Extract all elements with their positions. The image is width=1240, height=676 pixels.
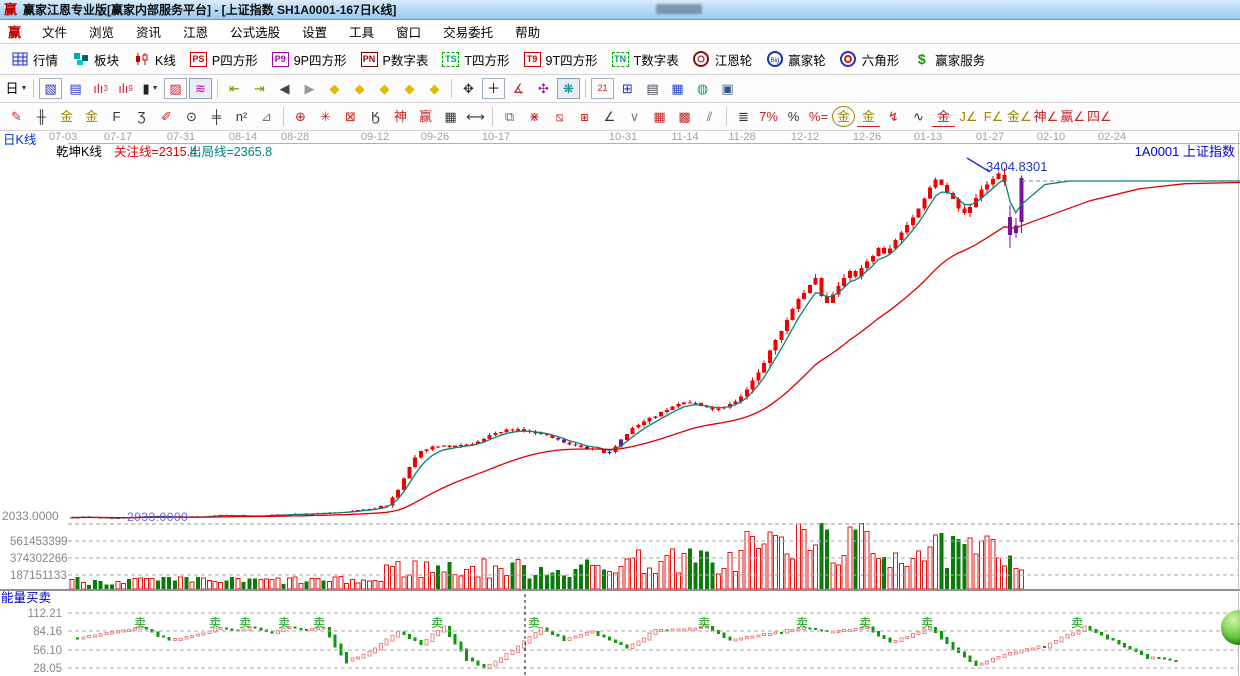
ma-long-line [72,181,1240,519]
date-tick-label: 07-03 [49,131,77,143]
energy-axis-label: 56.10 [33,645,62,657]
app-window: { "window": {"logo": "赢", "title": "赢家江恩… [0,0,1240,676]
volume-baseline [0,589,1240,591]
peak-price-tag: 3404.8301 [986,159,1048,174]
date-tick-label: 10-17 [482,131,510,143]
sell-signal-label: 卖 [859,616,871,630]
date-tick-label: 12-12 [791,131,819,143]
sell-signal-label: 卖 [134,616,146,630]
chart-area[interactable]: 07-03 07-17 07-31 08-14 08-28 09-12 09-26 10-17… [0,0,1240,676]
period-label: 日K线 [3,133,37,147]
date-tick-label: 01-13 [914,131,942,143]
watch-line-value: 关注线=2315.4 [114,145,198,159]
sell-signal-label: 卖 [239,616,251,630]
date-tick-label: 12-26 [853,131,881,143]
date-tick-label: 11-28 [728,131,755,143]
ma-short-line [72,178,1240,519]
date-tick-label: 07-17 [104,131,132,143]
sell-signal-label: 卖 [698,616,710,630]
base-price-label: 2033.0000 [2,509,59,523]
volume-axis-label: 374302266 [10,553,68,565]
sell-signal-label: 卖 [278,616,290,630]
sell-signal-label: 卖 [313,616,325,630]
date-tick-label: 10-31 [609,131,637,143]
energy-series [76,625,1178,669]
chart-canvas[interactable]: 07-03 07-17 07-31 08-14 08-28 09-12 09-26 10-17… [0,0,1240,676]
date-tick-label: 09-26 [421,131,449,143]
symbol-label: 1A0001 上证指数 [1134,144,1235,159]
volume-axis-label: 561453399 [10,536,68,548]
energy-axis-label: 84.16 [33,626,62,638]
sell-signal-label: 卖 [431,616,443,630]
qiankun-indicator-label: 乾坤K线 [56,145,102,159]
date-tick-label: 07-31 [167,131,195,143]
date-tick-label: 08-14 [229,131,257,143]
volume-axis-label: 187151133 [10,570,67,582]
energy-axis-label: 28.05 [33,663,62,675]
sell-signal-label: 卖 [796,616,808,630]
sell-signal-label: 卖 [1071,616,1083,630]
energy-axis-label: 112.21 [28,608,62,620]
base-price-blue-label: 2033.0000 [127,510,189,524]
date-tick-label: 09-12 [361,131,389,143]
candlestick-series [70,168,1024,519]
volume-series [69,522,1024,590]
date-tick-label: 11-14 [671,131,698,143]
date-tick-label: 02-24 [1098,131,1126,143]
energy-pane-label: 能量买卖 [1,591,52,605]
sell-signal-label: 卖 [209,616,221,630]
date-tick-label: 01-27 [976,131,1004,143]
date-tick-label: 02-10 [1037,131,1065,143]
date-tick-label: 08-28 [281,131,309,143]
sell-signal-label: 卖 [921,616,933,630]
exit-line-value: 出局线=2365.8 [189,145,273,159]
sell-signal-label: 卖 [528,616,540,630]
